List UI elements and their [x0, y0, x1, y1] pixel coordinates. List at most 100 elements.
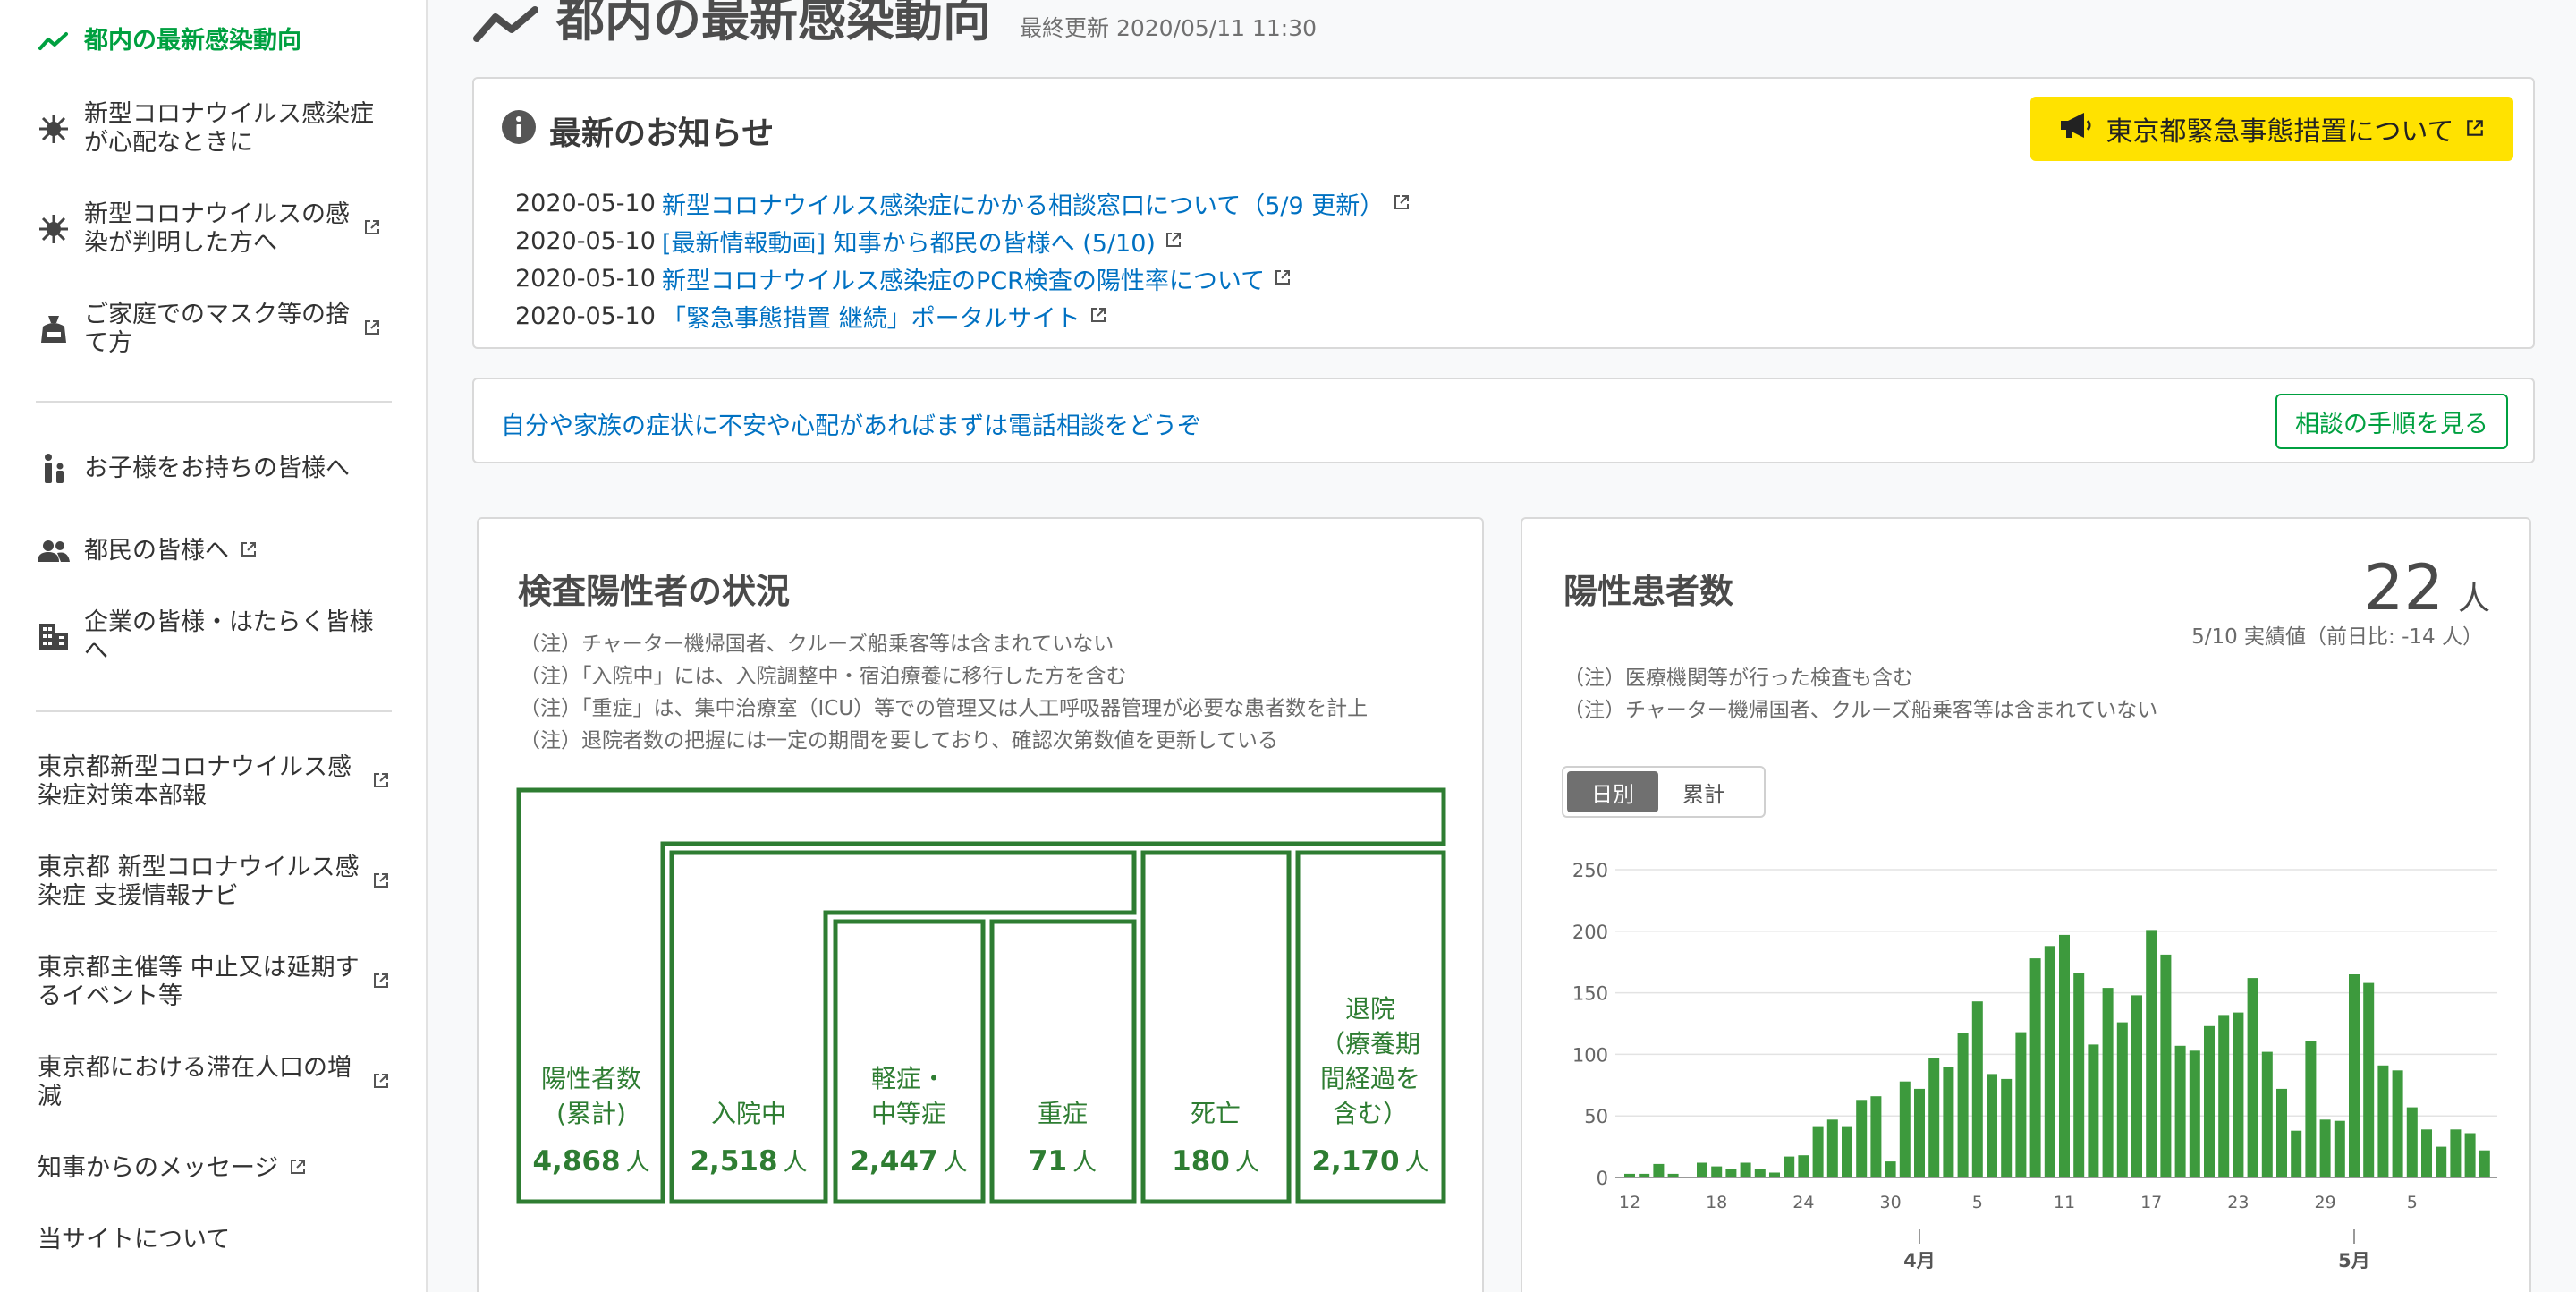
discharged-label-line1: 退院	[1345, 994, 1395, 1024]
x-tick-label: 5	[2407, 1193, 2418, 1212]
sidebar-item-trends[interactable]: 都内の最新感染動向	[36, 23, 394, 59]
external-link-icon	[240, 537, 258, 565]
bar	[1842, 1126, 1852, 1177]
discharged-label-line2: （療養期	[1320, 1029, 1420, 1058]
consult-steps-button[interactable]: 相談の手順を見る	[2275, 394, 2508, 449]
bar	[2131, 995, 2142, 1177]
external-link-icon	[372, 1068, 390, 1097]
sidebar-item-about[interactable]: 当サイトについて	[36, 1226, 394, 1254]
note-list: （注）チャーター機帰国者、クルーズ船乗客等は含まれていない （注）「入院中」には…	[520, 628, 1368, 757]
month-label: 5月	[2338, 1250, 2370, 1271]
y-tick-label: 100	[1572, 1044, 1608, 1066]
bar	[1987, 1074, 1997, 1177]
bar	[2160, 954, 2172, 1177]
deceased-value: 180 人	[1172, 1145, 1259, 1177]
external-link-icon	[372, 768, 390, 796]
bar	[2116, 1022, 2128, 1177]
bar	[2305, 1041, 2317, 1177]
note-item: （注）「入院中」には、入院調整中・宿泊療養に移行した方を含む	[520, 665, 1127, 688]
sidebar-item-governor-message[interactable]: 知事からのメッセージ	[36, 1154, 394, 1183]
sidebar-item-children[interactable]: お子様をお持ちの皆様へ	[36, 451, 394, 487]
bar	[1957, 1033, 1969, 1177]
note-item: （注）チャーター機帰国者、クルーズ船乗客等は含まれていない	[520, 633, 1114, 656]
trend-icon	[472, 4, 540, 49]
bar	[2421, 1129, 2432, 1177]
bar	[1697, 1162, 1707, 1177]
bar	[2073, 973, 2085, 1177]
notice-link[interactable]: 「緊急事態措置 継続」ポータルサイト	[662, 299, 1107, 334]
external-link-icon	[1393, 190, 1411, 217]
sidebar-item-businesses[interactable]: 企業の皆様・はたらく皆様へ	[36, 608, 394, 666]
consult-text[interactable]: 自分や家族の症状に不安や心配があればまずは電話相談をどうぞ	[501, 406, 1201, 441]
sidebar-item-label: 新型コロナウイルス感染症が心配なときに	[84, 100, 374, 157]
y-tick-label: 150	[1572, 983, 1608, 1005]
bar	[1639, 1173, 1650, 1177]
people-icon	[36, 533, 72, 569]
positive-label-line2: (累計)	[556, 1099, 626, 1128]
notice-link[interactable]: [最新情報動画] 知事から都民の皆様へ (5/10)	[662, 224, 1182, 259]
consult-bar: 自分や家族の症状に不安や心配があればまずは電話相談をどうぞ 相談の手順を見る	[472, 378, 2535, 463]
toggle-daily[interactable]: 日別	[1567, 771, 1658, 812]
bar	[2146, 930, 2157, 1177]
notice-link[interactable]: 新型コロナウイルス感染症にかかる相談窓口について（5/9 更新）	[662, 186, 1411, 221]
sidebar-item-label: 東京都 新型コロナウイルス感染症 支援情報ナビ	[38, 854, 360, 910]
notice-item: 2020-05-10 新型コロナウイルス感染症のPCR検査の陽性率について	[515, 259, 1411, 297]
sidebar-item-hq-report[interactable]: 東京都新型コロナウイルス感染症対策本部報	[36, 753, 394, 811]
mild-value: 2,447 人	[850, 1145, 967, 1177]
bar	[2059, 934, 2070, 1177]
sidebar-item-label: ご家庭でのマスク等の捨て方	[84, 301, 350, 357]
page-header: 都内の最新感染動向 最終更新 2020/05/11 11:30	[472, 0, 1317, 54]
sidebar-item-worried[interactable]: 新型コロナウイルス感染症が心配なときに	[36, 100, 394, 157]
sidebar-item-support-navi[interactable]: 東京都 新型コロナウイルス感染症 支援情報ナビ	[36, 854, 394, 911]
bar	[1899, 1081, 1911, 1177]
bar	[2319, 1119, 2331, 1177]
notice-link-text: 新型コロナウイルス感染症にかかる相談窓口について（5/9 更新）	[662, 191, 1385, 220]
bar	[1784, 1156, 1795, 1177]
emergency-button-label: 東京都緊急事態措置について	[2106, 116, 2454, 148]
sidebar-item-infected[interactable]: 新型コロナウイルスの感染が判明した方へ	[36, 200, 394, 258]
notice-link-text: 「緊急事態措置 継続」ポータルサイト	[662, 304, 1080, 333]
bar	[1711, 1166, 1723, 1177]
discharged-label-line3: 間経過を	[1320, 1064, 1420, 1093]
sidebar-item-population[interactable]: 東京都における滞在人口の増減	[36, 1054, 394, 1111]
bar	[1812, 1126, 1824, 1177]
bar	[2088, 1044, 2099, 1177]
external-link-icon	[363, 315, 381, 344]
positive-count-subtext: 5/10 実績値（前日比: -14 人）	[2191, 625, 2483, 649]
bar	[2204, 1025, 2215, 1177]
discharged-value: 2,170 人	[1311, 1145, 1428, 1177]
bar	[2015, 1032, 2027, 1177]
notice-link-text: [最新情報動画] 知事から都民の皆様へ (5/10)	[662, 229, 1156, 258]
virus-icon	[36, 211, 72, 247]
bar	[1870, 1096, 1882, 1177]
bar	[2029, 958, 2041, 1177]
test-positive-status-card: 検査陽性者の状況 （注）チャーター機帰国者、クルーズ船乗客等は含まれていない （…	[477, 517, 1484, 1292]
last-updated: 最終更新 2020/05/11 11:30	[1020, 15, 1318, 41]
building-icon	[36, 619, 72, 655]
bar	[1826, 1119, 1838, 1177]
info-icon	[501, 109, 537, 153]
x-tick-label: 29	[2315, 1193, 2336, 1212]
y-tick-label: 50	[1584, 1106, 1608, 1127]
notice-item: 2020-05-10 [最新情報動画] 知事から都民の皆様へ (5/10)	[515, 222, 1411, 259]
bar	[2001, 1078, 2012, 1177]
sidebar-item-mask-disposal[interactable]: ご家庭でのマスク等の捨て方	[36, 301, 394, 358]
bar	[1653, 1163, 1665, 1177]
toggle-cumulative[interactable]: 累計	[1658, 771, 1750, 812]
bar	[1856, 1100, 1868, 1177]
note-list: （注）医療機関等が行った検査も含む （注）チャーター機帰国者、クルーズ船乗客等は…	[1563, 662, 2157, 727]
trash-bag-icon	[36, 311, 72, 347]
sidebar-item-citizens[interactable]: 都民の皆様へ	[36, 533, 394, 569]
y-tick-label: 0	[1597, 1168, 1608, 1189]
notice-link[interactable]: 新型コロナウイルス感染症のPCR検査の陽性率について	[662, 261, 1292, 296]
sidebar-item-label: お子様をお持ちの皆様へ	[84, 455, 350, 482]
sidebar-item-events[interactable]: 東京都主催等 中止又は延期するイベント等	[36, 954, 394, 1011]
mild-label-line2: 中等症	[871, 1099, 946, 1128]
sidebar-divider	[36, 710, 392, 712]
megaphone-icon	[2059, 112, 2093, 146]
positive-label-line1: 陽性者数	[541, 1064, 641, 1093]
bar	[2218, 1015, 2230, 1177]
emergency-measures-button[interactable]: 東京都緊急事態措置について	[2030, 97, 2513, 161]
notices-heading-label: 最新のお知らせ	[549, 115, 775, 152]
bar	[2406, 1107, 2418, 1177]
